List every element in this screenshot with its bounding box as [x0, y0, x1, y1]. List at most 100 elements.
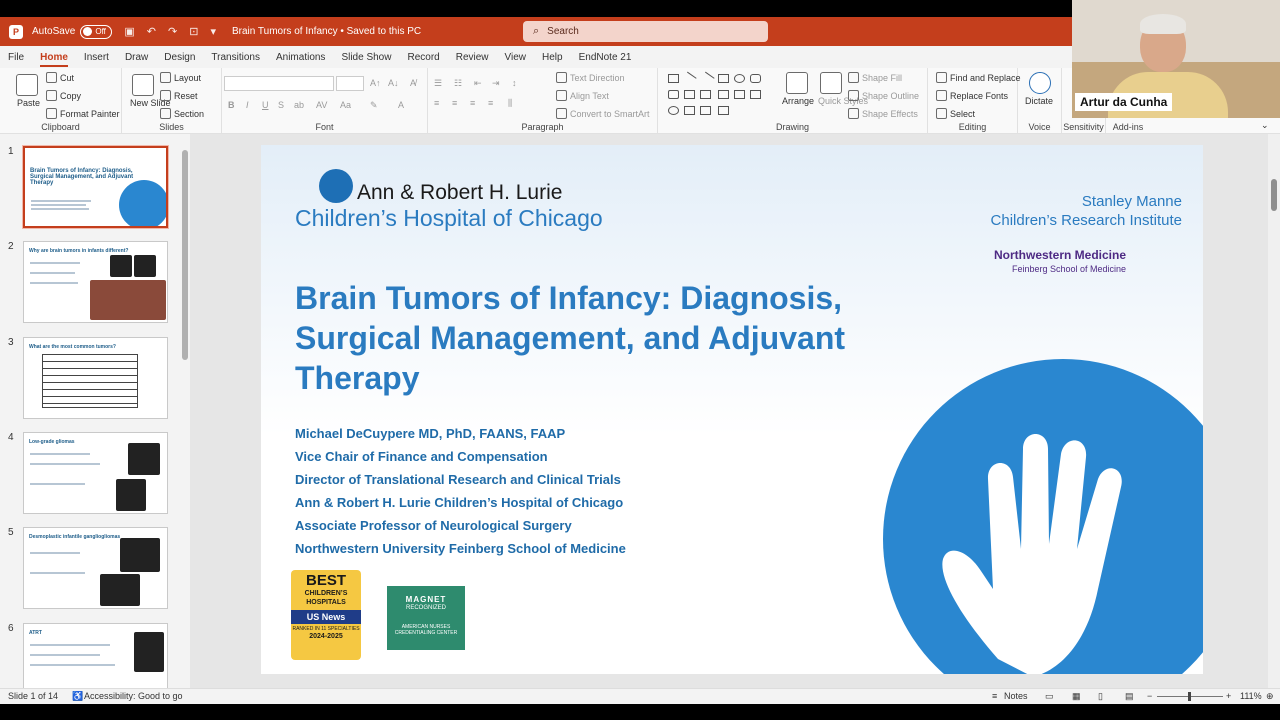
accessibility-icon[interactable]: ♿	[72, 691, 83, 702]
tab-insert[interactable]: Insert	[76, 52, 117, 68]
oval-shape-icon[interactable]	[734, 74, 745, 83]
tab-view[interactable]: View	[497, 52, 535, 68]
shrink-font-icon[interactable]: A↓	[388, 78, 399, 88]
brace-shape-icon[interactable]	[700, 106, 711, 115]
star-shape-icon[interactable]	[718, 106, 729, 115]
notes-button[interactable]: Notes	[1004, 691, 1028, 701]
slide-thumbnail[interactable]: What are the most common tumors?	[23, 337, 168, 419]
zoom-out-icon[interactable]: −	[1147, 691, 1152, 701]
tab-design[interactable]: Design	[156, 52, 203, 68]
align-center-icon[interactable]: ≡	[452, 98, 457, 108]
arrow-shape-icon[interactable]	[700, 71, 715, 86]
rectangle-shape-icon[interactable]	[718, 74, 729, 83]
slide-thumbnail[interactable]: ATRT	[23, 623, 168, 688]
author-info[interactable]: Michael DeCuypere MD, PhD, FAANS, FAAP V…	[295, 425, 626, 563]
tab-home[interactable]: Home	[32, 52, 76, 68]
autosave-toggle[interactable]: Off	[80, 24, 113, 39]
rounded-rect-shape-icon[interactable]	[750, 74, 761, 83]
customize-toolbar-icon[interactable]: ▾	[210, 25, 216, 38]
convert-smartart-button[interactable]: Convert to SmartArt	[556, 108, 650, 119]
connector-shape-icon[interactable]	[684, 90, 695, 99]
zoom-level[interactable]: 111%	[1240, 691, 1262, 701]
increase-indent-icon[interactable]: ⇥	[492, 78, 500, 89]
zoom-slider-knob[interactable]	[1188, 692, 1191, 701]
reset-button[interactable]: Reset	[160, 90, 198, 101]
scrollbar-thumb[interactable]	[1271, 179, 1277, 211]
undo-icon[interactable]: ↶	[147, 25, 156, 38]
shape-fill-button[interactable]: Shape Fill	[848, 72, 902, 83]
align-text-button[interactable]: Align Text	[556, 90, 609, 101]
arrange-button[interactable]: Arrange	[782, 96, 814, 106]
layout-button[interactable]: Layout	[160, 72, 201, 83]
line-shape-icon[interactable]	[682, 71, 697, 86]
search-input[interactable]: ⌕ Search	[523, 21, 768, 42]
line-spacing-icon[interactable]: ↕	[512, 78, 517, 88]
sensitivity-label[interactable]: Sensitivity	[1062, 122, 1105, 132]
tab-help[interactable]: Help	[534, 52, 571, 68]
tab-record[interactable]: Record	[399, 52, 447, 68]
addins-label[interactable]: Add-ins	[1106, 122, 1150, 132]
slide-thumbnail[interactable]: Why are brain tumors in infants differen…	[23, 241, 168, 323]
paste-button[interactable]: Paste	[17, 98, 40, 108]
fit-to-window-icon[interactable]: ⊕	[1266, 691, 1274, 702]
select-button[interactable]: Select	[936, 108, 975, 119]
down-arrow-shape-icon[interactable]	[750, 90, 761, 99]
cut-button[interactable]: Cut	[46, 72, 74, 83]
start-from-beginning-icon[interactable]: ⊡	[189, 25, 198, 38]
redo-icon[interactable]: ↷	[168, 25, 177, 38]
accessibility-status[interactable]: Accessibility: Good to go	[84, 691, 183, 701]
columns-icon[interactable]: ⫼	[508, 98, 512, 109]
section-button[interactable]: Section	[160, 108, 204, 119]
text-direction-button[interactable]: Text Direction	[556, 72, 625, 83]
scrollbar-thumb[interactable]	[182, 150, 188, 360]
tab-review[interactable]: Review	[448, 52, 497, 68]
dictate-button[interactable]: Dictate	[1025, 96, 1053, 106]
slide-scrollbar[interactable]	[1268, 134, 1280, 688]
shadow-icon[interactable]: ab	[294, 100, 304, 110]
slide-thumbnail[interactable]: Desmoplastic infantile gangliogliomas	[23, 527, 168, 609]
right-arrow-shape-icon[interactable]	[718, 90, 729, 99]
normal-view-icon[interactable]: ▭	[1045, 691, 1054, 702]
character-spacing-icon[interactable]: AV	[316, 100, 327, 110]
freeform-shape-icon[interactable]	[684, 106, 695, 115]
highlight-icon[interactable]: ✎	[370, 100, 378, 111]
triangle-shape-icon[interactable]	[668, 90, 679, 99]
microphone-icon[interactable]	[1029, 72, 1051, 94]
reading-view-icon[interactable]: ▯	[1098, 691, 1103, 702]
slide-thumbnail[interactable]: Low-grade gliomas	[23, 432, 168, 514]
document-title[interactable]: Brain Tumors of Infancy • Saved to this …	[232, 26, 421, 37]
arrange-icon[interactable]	[786, 72, 808, 94]
curve-shape-icon[interactable]	[668, 106, 679, 115]
notes-icon[interactable]: ≡	[992, 691, 997, 701]
strikethrough-icon[interactable]: S	[278, 100, 284, 110]
pentagon-shape-icon[interactable]	[734, 90, 745, 99]
change-case-icon[interactable]: Aa	[340, 100, 351, 110]
paste-icon[interactable]	[16, 74, 38, 96]
new-slide-icon[interactable]	[132, 74, 154, 96]
font-size-field[interactable]	[336, 76, 364, 91]
elbow-shape-icon[interactable]	[700, 90, 711, 99]
tab-transitions[interactable]: Transitions	[203, 52, 268, 68]
font-name-field[interactable]	[224, 76, 334, 91]
tab-endnote[interactable]: EndNote 21	[571, 52, 640, 68]
underline-icon[interactable]: U	[262, 100, 269, 110]
current-slide[interactable]: Ann & Robert H. Lurie Children’s Hospita…	[261, 145, 1203, 674]
bold-icon[interactable]: B	[228, 100, 235, 110]
clear-formatting-icon[interactable]: A̸	[410, 78, 416, 88]
textbox-shape-icon[interactable]	[668, 74, 679, 83]
slide-show-icon[interactable]: ▤	[1125, 691, 1134, 702]
justify-icon[interactable]: ≡	[488, 98, 493, 108]
shape-outline-button[interactable]: Shape Outline	[848, 90, 919, 101]
numbering-icon[interactable]: ☷	[454, 78, 462, 89]
find-replace-button[interactable]: Find and Replace	[936, 72, 1021, 83]
slide-title[interactable]: Brain Tumors of Infancy: Diagnosis, Surg…	[295, 278, 915, 398]
quick-styles-icon[interactable]	[820, 72, 842, 94]
copy-button[interactable]: Copy	[46, 90, 81, 101]
save-icon[interactable]: ▣	[124, 25, 134, 38]
replace-fonts-button[interactable]: Replace Fonts	[936, 90, 1008, 101]
tab-draw[interactable]: Draw	[117, 52, 156, 68]
grow-font-icon[interactable]: A↑	[370, 78, 381, 88]
shape-effects-button[interactable]: Shape Effects	[848, 108, 918, 119]
italic-icon[interactable]: I	[246, 100, 249, 110]
font-color-icon[interactable]: A	[398, 100, 404, 110]
